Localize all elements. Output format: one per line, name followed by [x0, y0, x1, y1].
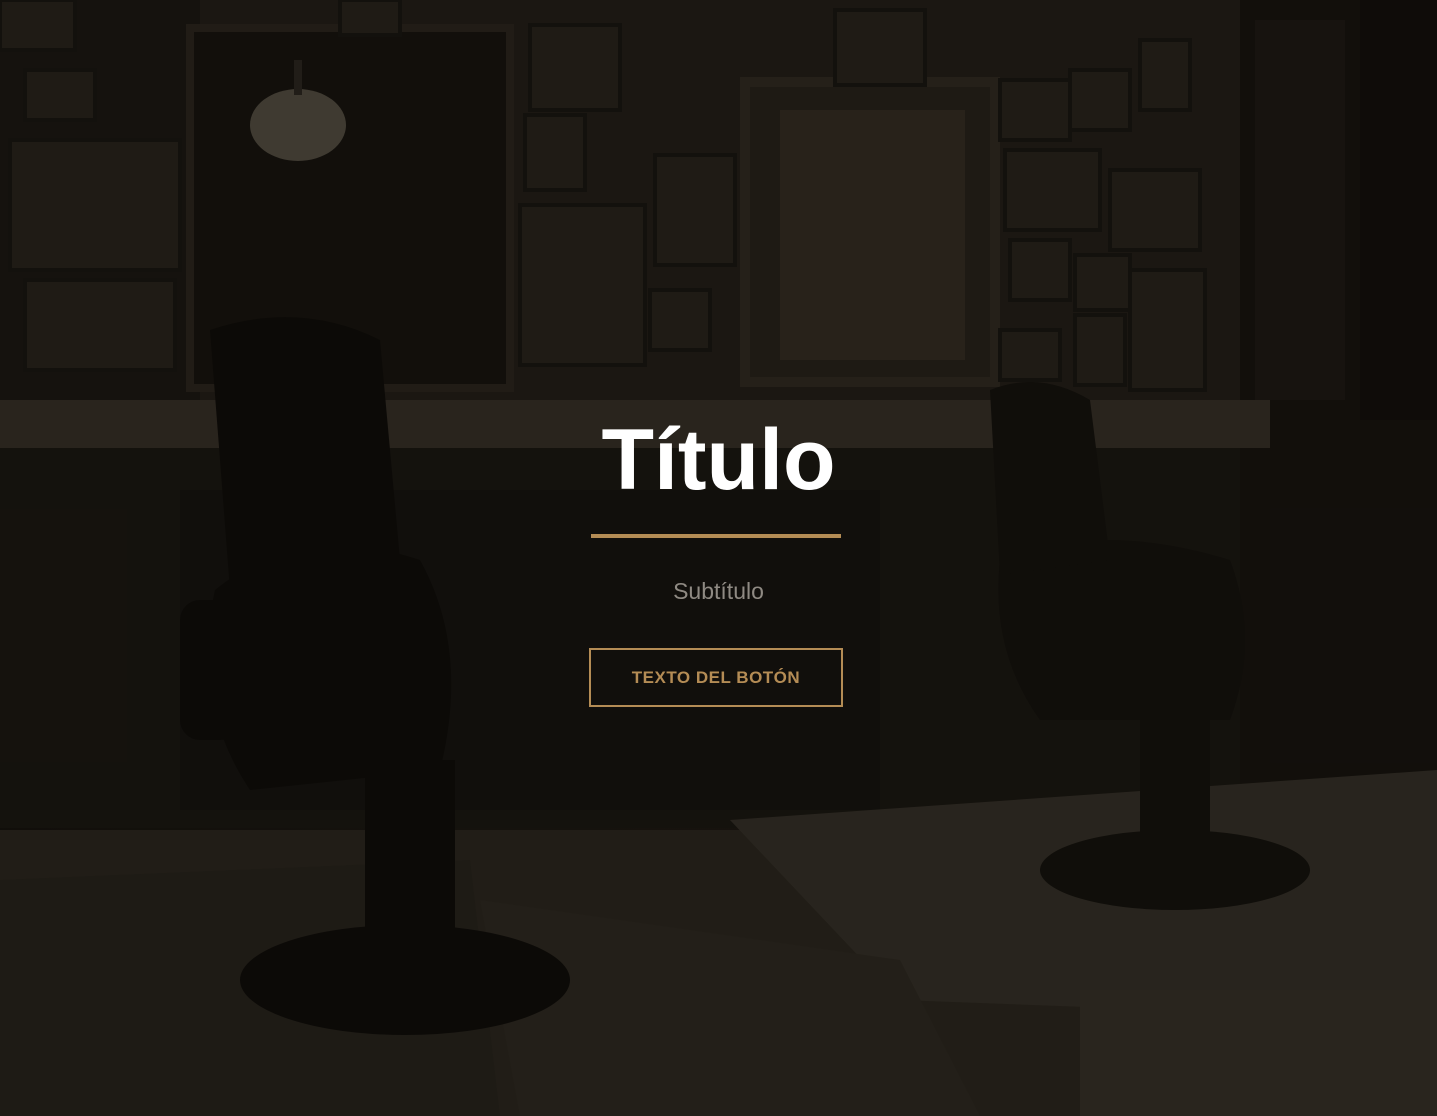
title-divider [591, 534, 841, 538]
hero-title: Título [601, 412, 836, 508]
hero-content: Título Subtítulo TEXTO DEL BOTÓN [0, 0, 1437, 1116]
cta-button[interactable]: TEXTO DEL BOTÓN [589, 648, 843, 707]
hero-section: Título Subtítulo TEXTO DEL BOTÓN [0, 0, 1437, 1116]
hero-subtitle: Subtítulo [673, 578, 764, 604]
